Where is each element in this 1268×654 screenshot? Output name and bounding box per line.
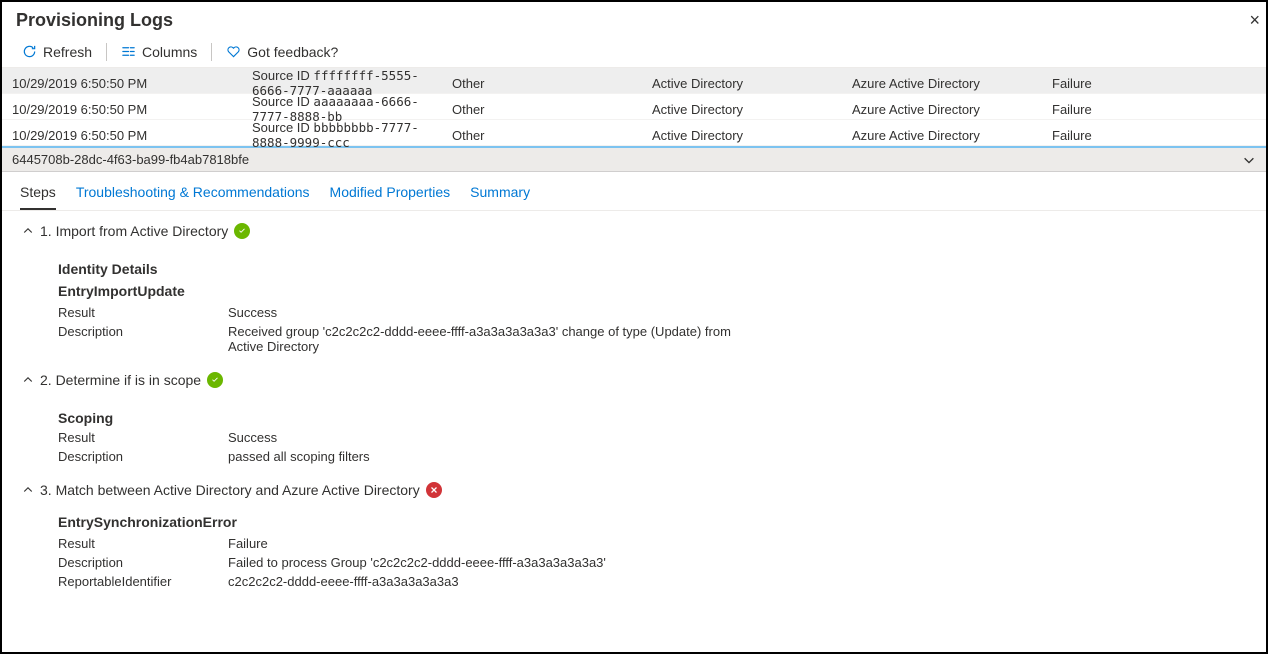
kv-key: ReportableIdentifier — [58, 574, 228, 589]
kv-value: Success — [228, 305, 748, 320]
step-block: 1. Import from Active DirectoryIdentity … — [2, 211, 1266, 360]
step-header[interactable]: 3. Match between Active Directory and Az… — [22, 482, 1246, 498]
detail-id: 6445708b-28dc-4f63-ba99-fb4ab7818bfe — [12, 152, 249, 167]
kv-row: ResultSuccess — [58, 428, 1246, 447]
cell-status: Failure — [1052, 128, 1256, 143]
separator — [211, 43, 212, 61]
tab-summary[interactable]: Summary — [470, 180, 530, 210]
cell-type: Other — [452, 102, 652, 117]
heart-icon — [226, 44, 241, 59]
cell-target: Azure Active Directory — [852, 128, 1052, 143]
cell-status: Failure — [1052, 76, 1256, 91]
toolbar: Refresh Columns Got feedback? — [2, 36, 1266, 68]
step-header[interactable]: 2. Determine if is in scope — [22, 372, 1246, 388]
detail-header[interactable]: 6445708b-28dc-4f63-ba99-fb4ab7818bfe — [2, 148, 1266, 172]
cell-type: Other — [452, 128, 652, 143]
step-header[interactable]: 1. Import from Active Directory — [22, 223, 1246, 239]
success-icon — [207, 372, 223, 388]
cell-type: Other — [452, 76, 652, 91]
kv-value: Failure — [228, 536, 748, 551]
step-block: 2. Determine if is in scope Scoping Result… — [2, 360, 1266, 470]
separator — [106, 43, 107, 61]
columns-icon — [121, 44, 136, 59]
kv-key: Result — [58, 305, 228, 320]
kv-key: Description — [58, 324, 228, 354]
chevron-down-icon[interactable] — [1242, 153, 1256, 167]
log-row[interactable]: 10/29/2019 6:50:50 PMSource ID bbbbbbbb-… — [2, 120, 1266, 146]
kv-value: Failed to process Group 'c2c2c2c2-dddd-e… — [228, 555, 748, 570]
tab-steps[interactable]: Steps — [20, 180, 56, 210]
cell-target: Azure Active Directory — [852, 102, 1052, 117]
log-row[interactable]: 10/29/2019 6:50:50 PMSource ID ffffffff-… — [2, 68, 1266, 94]
kv-key: Result — [58, 430, 228, 445]
cell-status: Failure — [1052, 102, 1256, 117]
chevron-up-icon — [22, 225, 34, 237]
kv-row: DescriptionReceived group 'c2c2c2c2-dddd… — [58, 322, 1246, 356]
tab-modified-properties[interactable]: Modified Properties — [330, 180, 451, 210]
kv-key: Result — [58, 536, 228, 551]
kv-value: c2c2c2c2-dddd-eeee-ffff-a3a3a3a3a3a3 — [228, 574, 748, 589]
kv-row: ResultFailure — [58, 534, 1246, 553]
kv-row: DescriptionFailed to process Group 'c2c2… — [58, 553, 1246, 572]
feedback-label: Got feedback? — [247, 44, 338, 60]
close-icon[interactable]: × — [1249, 11, 1260, 29]
log-grid: 10/29/2019 6:50:50 PMSource ID ffffffff-… — [2, 68, 1266, 146]
cell-target: Azure Active Directory — [852, 76, 1052, 91]
log-row[interactable]: 10/29/2019 6:50:50 PMSource ID aaaaaaaa-… — [2, 94, 1266, 120]
section-heading: Identity Details — [58, 261, 1246, 277]
kv-row: ReportableIdentifierc2c2c2c2-dddd-eeee-f… — [58, 572, 1246, 591]
step-title: 2. Determine if is in scope — [40, 372, 201, 388]
tab-troubleshooting[interactable]: Troubleshooting & Recommendations — [76, 180, 310, 210]
cell-time: 10/29/2019 6:50:50 PM — [12, 102, 252, 117]
kv-value: Received group 'c2c2c2c2-dddd-eeee-ffff-… — [228, 324, 748, 354]
cell-time: 10/29/2019 6:50:50 PM — [12, 128, 252, 143]
detail-tabs: Steps Troubleshooting & Recommendations … — [2, 172, 1266, 211]
page-title: Provisioning Logs — [16, 10, 1249, 31]
columns-label: Columns — [142, 44, 197, 60]
cell-source: Active Directory — [652, 128, 852, 143]
kv-row: Descriptionpassed all scoping filters — [58, 447, 1246, 466]
feedback-button[interactable]: Got feedback? — [220, 40, 344, 64]
columns-button[interactable]: Columns — [115, 40, 203, 64]
kv-row: ResultSuccess — [58, 303, 1246, 322]
refresh-icon — [22, 44, 37, 59]
step-title: 3. Match between Active Directory and Az… — [40, 482, 420, 498]
refresh-label: Refresh — [43, 44, 92, 60]
steps-panel: 1. Import from Active DirectoryIdentity … — [2, 211, 1266, 595]
step-section: Identity Details EntryImportUpdate ResultS… — [22, 239, 1246, 356]
kv-value: passed all scoping filters — [228, 449, 748, 464]
refresh-button[interactable]: Refresh — [16, 40, 98, 64]
section-subheading: EntryImportUpdate — [58, 283, 1246, 299]
section-heading: Scoping — [58, 410, 1246, 426]
success-icon — [234, 223, 250, 239]
step-section: ScopingResultSuccessDescriptionpassed al… — [22, 388, 1246, 466]
cell-source-id: Source ID bbbbbbbb-7777-8888-9999-ccc — [252, 120, 452, 150]
step-block: 3. Match between Active Directory and Az… — [2, 470, 1266, 595]
step-section: EntrySynchronizationErrorResultFailureDe… — [22, 498, 1246, 591]
kv-key: Description — [58, 449, 228, 464]
cell-source: Active Directory — [652, 102, 852, 117]
kv-key: Description — [58, 555, 228, 570]
step-title: 1. Import from Active Directory — [40, 223, 228, 239]
chevron-up-icon — [22, 484, 34, 496]
kv-value: Success — [228, 430, 748, 445]
chevron-up-icon — [22, 374, 34, 386]
section-subheading: EntrySynchronizationError — [58, 514, 1246, 530]
error-icon — [426, 482, 442, 498]
cell-time: 10/29/2019 6:50:50 PM — [12, 76, 252, 91]
cell-source: Active Directory — [652, 76, 852, 91]
